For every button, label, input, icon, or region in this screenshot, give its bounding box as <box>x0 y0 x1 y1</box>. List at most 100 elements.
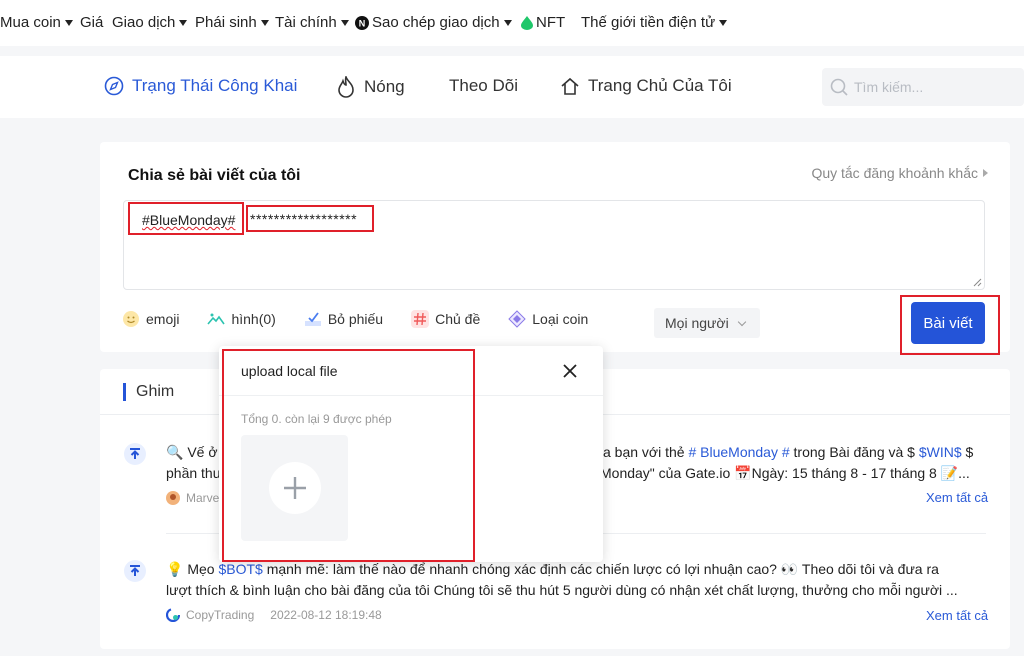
tab-my-home[interactable]: Trang Chủ Của Tôi <box>560 76 732 96</box>
image-icon <box>207 310 226 328</box>
nav-label: NFT <box>536 14 566 31</box>
copytrading-avatar-icon <box>166 608 180 622</box>
emoji-icon <box>122 310 140 328</box>
post-text: 🔍 Vế ở <box>166 444 218 460</box>
coin-link[interactable]: $BOT$ <box>218 561 262 577</box>
caret-down-icon <box>179 19 188 26</box>
upload-highlight <box>222 349 475 562</box>
post-author[interactable]: Marve <box>166 491 219 505</box>
topic-button[interactable]: Chủ đề <box>411 310 480 328</box>
resize-handle-icon[interactable] <box>972 277 982 287</box>
hashtag-icon <box>411 310 430 328</box>
compass-icon <box>104 76 124 96</box>
nav-trade[interactable]: Giao dịch <box>112 14 188 31</box>
nav-crypto-world[interactable]: Thế giới tiền điện tử <box>581 14 728 31</box>
audience-label: Mọi người <box>665 315 729 331</box>
nav-label: Giao dịch <box>112 14 176 31</box>
see-all-link[interactable]: Xem tất cả <box>926 490 988 505</box>
search-input[interactable] <box>854 79 1004 95</box>
post-timestamp: 2022-08-12 18:19:48 <box>270 608 382 622</box>
nav-copy-trading[interactable]: N Sao chép giao dịch <box>355 14 512 31</box>
hashtag-text: #BlueMonday# <box>128 202 244 235</box>
arrow-right-icon <box>983 169 988 177</box>
tab-following[interactable]: Theo Dõi <box>449 76 518 96</box>
author-avatar-icon <box>166 491 180 505</box>
tab-label: Nóng <box>364 77 405 96</box>
close-icon[interactable] <box>561 362 579 380</box>
pin-icon <box>124 560 146 582</box>
see-all-link[interactable]: Xem tất cả <box>926 608 988 623</box>
nav-nft[interactable]: NFT <box>521 14 565 31</box>
composer-toolbar: emoji hình(0) Bỏ phiếu Chủ đề Loại coin <box>122 310 616 328</box>
post-text-line[interactable]: lượt thích & bình luận cho bài đăng của … <box>166 582 986 598</box>
nav-label: Sao chép giao dịch <box>372 14 500 31</box>
nav-label: Phái sinh <box>195 14 257 31</box>
feed-tabs: Trạng Thái Công Khai Nóng Theo Dõi Trang… <box>0 56 1024 118</box>
hashtag-link[interactable]: # BlueMonday # <box>688 444 789 460</box>
post-text: Monday" của Gate.io 📅Ngày: 15 tháng 8 - … <box>600 465 970 481</box>
author-name: Marve <box>186 491 220 505</box>
post-author[interactable]: CopyTrading 2022-08-12 18:19:48 <box>166 608 382 622</box>
caret-down-icon <box>503 19 512 26</box>
chevron-down-icon <box>737 317 746 326</box>
post-text-line[interactable]: 💡 Mẹo $BOT$ mạnh mẽ: làm thế nào để nhan… <box>166 561 986 578</box>
image-button[interactable]: hình(0) <box>207 310 276 328</box>
search-icon <box>830 78 848 96</box>
coin-type-button[interactable]: Loại coin <box>508 310 588 328</box>
post-composer: Chia sẻ bài viết của tôi Quy tắc đăng kh… <box>100 142 1010 355</box>
caret-down-icon <box>340 19 349 26</box>
nav-label: Thế giới tiền điện tử <box>581 14 716 31</box>
coin-link[interactable]: $WIN$ <box>919 444 962 460</box>
pin-icon <box>124 443 146 465</box>
tool-label: hình(0) <box>231 311 276 327</box>
post-text: phần thư <box>166 465 223 481</box>
pinned-header: Ghim <box>123 383 174 401</box>
masked-text: ****************** <box>246 205 374 232</box>
poll-button[interactable]: Bỏ phiếu <box>304 310 383 328</box>
tab-public-status[interactable]: Trạng Thái Công Khai <box>104 76 297 96</box>
home-icon <box>561 77 579 95</box>
tool-label: Loại coin <box>532 311 589 327</box>
caret-down-icon <box>719 19 728 26</box>
tab-hot[interactable]: Nóng <box>336 76 405 98</box>
nav-derivatives[interactable]: Phái sinh <box>195 14 269 31</box>
post-text: $ <box>961 444 974 460</box>
author-name: CopyTrading <box>186 608 255 622</box>
rules-label: Quy tắc đăng khoảnh khắc <box>811 165 978 181</box>
search-box[interactable] <box>822 68 1024 106</box>
diamond-icon <box>508 310 526 328</box>
tool-label: Bỏ phiếu <box>327 311 384 327</box>
tab-label: Trang Chủ Của Tôi <box>588 76 732 95</box>
nav-label: Mua coin <box>0 14 61 31</box>
hashtag-label: #BlueMonday# <box>142 212 236 228</box>
emoji-button[interactable]: emoji <box>122 310 179 328</box>
composer-title: Chia sẻ bài viết của tôi <box>128 167 301 184</box>
tab-label: Theo Dõi <box>449 76 518 95</box>
nav-label: Giá <box>80 14 104 31</box>
tab-label: Trạng Thái Công Khai <box>132 76 298 95</box>
nft-drop-icon <box>521 15 533 30</box>
nav-label: Tài chính <box>275 14 337 31</box>
post-text-line[interactable]: phần thư <box>166 465 226 481</box>
posting-rules-link[interactable]: Quy tắc đăng khoảnh khắc <box>811 165 988 181</box>
copy-trading-logo-icon: N <box>355 15 369 30</box>
post-text-line[interactable]: a bạn với thẻ # BlueMonday # trong Bài đ… <box>603 444 985 460</box>
post-text: a bạn với thẻ <box>603 444 689 460</box>
post-text-line[interactable]: Monday" của Gate.io 📅Ngày: 15 tháng 8 - … <box>600 465 985 482</box>
nav-price[interactable]: Giá <box>80 14 103 31</box>
top-nav: Mua coin Giá Giao dịch Phái sinh Tài chí… <box>0 0 1024 46</box>
post-text: 💡 Mẹo <box>166 561 219 577</box>
flame-icon <box>338 76 354 98</box>
poll-icon <box>304 310 322 328</box>
audience-select[interactable]: Mọi người <box>654 308 760 338</box>
caret-down-icon <box>260 19 269 26</box>
svg-text:N: N <box>359 18 366 28</box>
tool-label: emoji <box>146 311 180 327</box>
post-text: mạnh mẽ: làm thế nào để nhanh chóng xác … <box>262 561 939 577</box>
tool-label: Chủ đề <box>435 311 481 327</box>
nav-buy-coin[interactable]: Mua coin <box>0 14 73 31</box>
post-text: trong Bài đăng và $ <box>789 444 919 460</box>
post-button[interactable]: Bài viết <box>911 302 985 344</box>
post-text-line[interactable]: 🔍 Vế ở <box>166 444 226 461</box>
nav-finance[interactable]: Tài chính <box>275 14 349 31</box>
